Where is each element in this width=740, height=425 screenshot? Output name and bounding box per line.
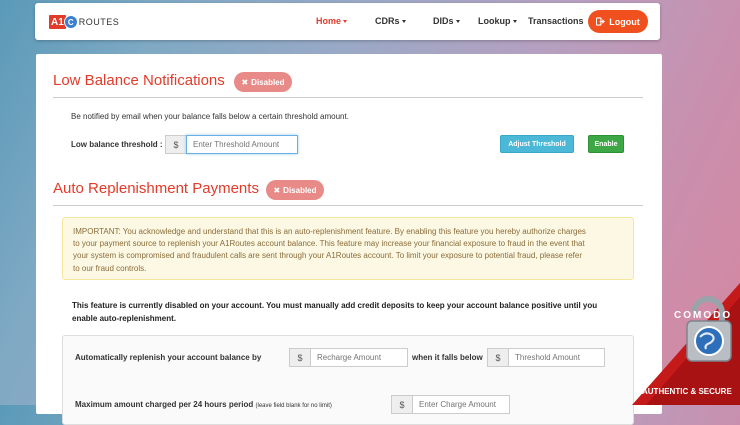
close-icon: ✖ bbox=[273, 185, 281, 195]
divider bbox=[53, 205, 643, 206]
note-line: enable auto-replenishment. bbox=[72, 313, 177, 323]
nav-transactions[interactable]: Transactions bbox=[528, 16, 584, 26]
logout-icon bbox=[596, 17, 606, 26]
nav-lookup[interactable]: Lookup bbox=[478, 16, 517, 26]
main-panel: Low Balance Notifications ✖ Disabled Be … bbox=[36, 54, 662, 425]
nav-home[interactable]: Home bbox=[316, 16, 348, 26]
chevron-down-icon bbox=[401, 20, 406, 24]
logo-circle: C bbox=[63, 15, 78, 29]
max-charge-hint: (leave field blank for no limit) bbox=[255, 403, 332, 409]
auto-replenish-title: Auto Replenishment Payments bbox=[53, 180, 259, 197]
adjust-threshold-button[interactable]: Adjust Threshold bbox=[500, 135, 574, 153]
warning-line: to our fraud controls. bbox=[73, 263, 147, 273]
close-icon: ✖ bbox=[241, 77, 249, 87]
badge-label: Disabled bbox=[283, 185, 317, 195]
currency-addon: $ bbox=[487, 348, 508, 367]
badge-label: Disabled bbox=[251, 77, 285, 87]
disabled-note: This feature is currently disabled on yo… bbox=[72, 300, 632, 325]
logo-text: ROUTES bbox=[78, 17, 120, 27]
nav-home-label: Home bbox=[316, 16, 342, 26]
comodo-secure-badge[interactable]: COMODO AUTHENTIC & SECURE bbox=[632, 283, 740, 405]
nav-lookup-label: Lookup bbox=[478, 16, 511, 26]
falls-below-label: when it falls below bbox=[412, 353, 483, 362]
fraud-warning-alert: IMPORTANT: You acknowledge and understan… bbox=[62, 217, 634, 280]
comodo-brand: COMODO bbox=[674, 310, 733, 321]
warning-line: to your payment source to replenish your… bbox=[73, 239, 585, 249]
auto-replenish-form: Automatically replenish your account bal… bbox=[62, 335, 634, 425]
nav-cdrs[interactable]: CDRs bbox=[375, 16, 406, 26]
auto-replenish-status-badge: ✖ Disabled bbox=[266, 180, 324, 200]
nav-dids-label: DIDs bbox=[433, 16, 454, 26]
currency-addon: $ bbox=[165, 135, 186, 154]
currency-addon: $ bbox=[289, 348, 310, 367]
divider bbox=[53, 97, 643, 98]
chevron-down-icon bbox=[455, 20, 460, 24]
low-balance-status-badge: ✖ Disabled bbox=[234, 72, 292, 92]
recharge-amount-input[interactable] bbox=[310, 348, 408, 367]
enable-button[interactable]: Enable bbox=[588, 135, 624, 153]
top-navbar: A1 C ROUTES Home CDRs DIDs Lookup Transa… bbox=[35, 3, 660, 40]
nav-cdrs-label: CDRs bbox=[375, 16, 400, 26]
note-line: This feature is currently disabled on yo… bbox=[72, 301, 598, 310]
threshold-label: Low balance threshold : bbox=[71, 140, 163, 149]
comodo-tagline: AUTHENTIC & SECURE bbox=[642, 387, 732, 396]
chevron-down-icon bbox=[512, 20, 517, 24]
low-balance-description: Be notified by email when your balance f… bbox=[71, 112, 349, 121]
threshold-amount-input[interactable] bbox=[508, 348, 605, 367]
low-balance-title: Low Balance Notifications bbox=[53, 72, 225, 89]
nav-dids[interactable]: DIDs bbox=[433, 16, 460, 26]
warning-line: your system is compromised and fraudulen… bbox=[73, 251, 583, 261]
chevron-down-icon bbox=[343, 20, 348, 24]
nav-transactions-label: Transactions bbox=[528, 16, 584, 26]
warning-line: IMPORTANT: You acknowledge and understan… bbox=[73, 227, 586, 236]
logout-label: Logout bbox=[609, 16, 640, 27]
a1routes-logo[interactable]: A1 C ROUTES bbox=[49, 14, 119, 30]
low-balance-threshold-input[interactable] bbox=[186, 135, 298, 154]
replenish-label: Automatically replenish your account bal… bbox=[75, 353, 262, 362]
logout-button[interactable]: Logout bbox=[588, 10, 648, 33]
